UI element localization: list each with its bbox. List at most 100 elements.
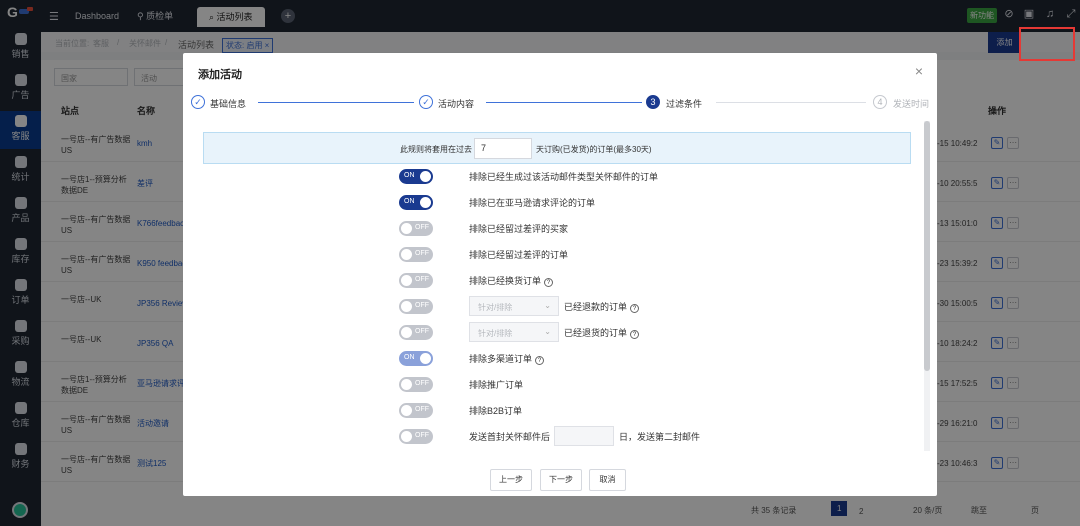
filter-option-text: 排除多渠道订单? bbox=[469, 352, 545, 365]
filter-option-row: OFF 排除B2B订单 bbox=[203, 399, 911, 425]
step-1-check-icon: ✓ bbox=[191, 95, 205, 109]
filter-option-label: 发送首封关怀邮件后 bbox=[469, 432, 551, 442]
switch-state-text: ON bbox=[404, 354, 415, 361]
second-mail-suffix: 日，发送第二封邮件 bbox=[619, 432, 701, 442]
filter-option-label: 已经退款的订单 bbox=[564, 302, 628, 312]
filter-option-row: OFF 排除已经换货订单? bbox=[203, 269, 911, 295]
rule-info-box: 此规则将套用在过去 7 天订购(已发货)的订单(最多30天) bbox=[203, 132, 911, 164]
past-days-input[interactable]: 7 bbox=[474, 138, 532, 159]
second-mail-days-input[interactable] bbox=[554, 426, 614, 446]
switch-state-text: OFF bbox=[415, 380, 429, 387]
filter-option-label: 排除已经留过差评的订单 bbox=[469, 250, 569, 260]
filter-option-row: ON 排除已在亚马逊请求评论的订单 bbox=[203, 191, 911, 217]
switch-state-text: OFF bbox=[415, 406, 429, 413]
select-placeholder: 针对/排除 bbox=[478, 303, 513, 312]
chevron-down-icon: ⌄ bbox=[544, 301, 551, 310]
filter-option-row: OFF 排除已经留过差评的买家 bbox=[203, 217, 911, 243]
switch-state-text: ON bbox=[404, 172, 415, 179]
filter-option-label: 排除B2B订单 bbox=[469, 406, 523, 416]
filter-option-row: OFF 排除推广订单 bbox=[203, 373, 911, 399]
filter-option-text: 排除已经留过差评的订单 bbox=[469, 248, 568, 261]
filter-option-row: OFF 针对/排除 ⌄ 已经退款的订单? bbox=[203, 295, 911, 321]
help-icon[interactable]: ? bbox=[630, 330, 640, 339]
switch-knob bbox=[401, 379, 412, 390]
filter-option-label: 排除已经留过差评的买家 bbox=[469, 224, 569, 234]
step-4-label: 发送时间 bbox=[893, 99, 930, 109]
filter-toggle-switch[interactable]: OFF bbox=[399, 299, 433, 314]
step-3-current: 3 bbox=[646, 95, 660, 109]
filter-option-text: 排除已经换货订单? bbox=[469, 274, 554, 287]
switch-state-text: OFF bbox=[415, 276, 429, 283]
switch-knob bbox=[401, 405, 412, 416]
filter-option-row: OFF 排除已经留过差评的订单 bbox=[203, 243, 911, 269]
target-exclude-select[interactable]: 针对/排除 ⌄ bbox=[469, 296, 559, 316]
switch-state-text: OFF bbox=[415, 302, 429, 309]
rule-info-suffix: 天订购(已发货)的订单(最多30天) bbox=[536, 145, 652, 154]
step-2-label: 活动内容 bbox=[438, 99, 475, 109]
switch-knob bbox=[401, 431, 412, 442]
next-step-button[interactable]: 下一步 bbox=[540, 469, 582, 491]
dialog-scrollbar[interactable] bbox=[924, 121, 930, 451]
filter-toggle-switch[interactable]: ON bbox=[399, 351, 433, 366]
switch-knob bbox=[401, 327, 412, 338]
filter-option-text: 排除已经生成过该活动邮件类型关怀邮件的订单 bbox=[469, 170, 658, 183]
filter-toggle-switch[interactable]: OFF bbox=[399, 377, 433, 392]
filter-toggle-switch[interactable]: ON bbox=[399, 195, 433, 210]
switch-knob bbox=[401, 223, 412, 234]
switch-knob bbox=[401, 275, 412, 286]
cancel-button[interactable]: 取消 bbox=[589, 469, 626, 491]
prev-step-button[interactable]: 上一步 bbox=[490, 469, 532, 491]
filter-option-label: 已经退货的订单 bbox=[564, 328, 628, 338]
filter-option-text: 排除已经留过差评的买家 bbox=[469, 222, 568, 235]
filter-toggle-switch[interactable]: ON bbox=[399, 169, 433, 184]
step-connector bbox=[486, 102, 642, 103]
step-4-future: 4 bbox=[873, 95, 887, 109]
switch-state-text: OFF bbox=[415, 432, 429, 439]
filter-option-label: 排除已经换货订单 bbox=[469, 276, 542, 286]
filter-option-row: ON 排除多渠道订单? bbox=[203, 347, 911, 373]
filter-toggle-switch[interactable]: OFF bbox=[399, 221, 433, 236]
step-connector bbox=[258, 102, 414, 103]
step-2-check-icon: ✓ bbox=[419, 95, 433, 109]
switch-state-text: OFF bbox=[415, 328, 429, 335]
switch-knob bbox=[401, 301, 412, 312]
filter-option-text: 排除推广订单 bbox=[469, 378, 523, 391]
filter-option-row: OFF 针对/排除 ⌄ 已经退货的订单? bbox=[203, 321, 911, 347]
help-icon[interactable]: ? bbox=[544, 278, 554, 287]
filter-toggle-switch[interactable]: OFF bbox=[399, 273, 433, 288]
filter-option-text: 排除已在亚马逊请求评论的订单 bbox=[469, 196, 595, 209]
chevron-down-icon: ⌄ bbox=[544, 327, 551, 336]
step-connector bbox=[716, 102, 866, 103]
filter-toggle-switch[interactable]: OFF bbox=[399, 325, 433, 340]
switch-knob bbox=[420, 197, 431, 208]
target-exclude-select[interactable]: 针对/排除 ⌄ bbox=[469, 322, 559, 342]
filter-option-text: 已经退货的订单? bbox=[564, 326, 640, 339]
scrollbar-thumb[interactable] bbox=[924, 121, 930, 371]
filter-toggle-switch[interactable]: OFF bbox=[399, 429, 433, 444]
filter-option-label: 排除已在亚马逊请求评论的订单 bbox=[469, 198, 596, 208]
filter-conditions-panel: 此规则将套用在过去 7 天订购(已发货)的订单(最多30天) ON 排除已经生成过… bbox=[203, 132, 911, 452]
help-icon[interactable]: ? bbox=[630, 304, 640, 313]
switch-knob bbox=[401, 249, 412, 260]
switch-knob bbox=[420, 353, 431, 364]
select-placeholder: 针对/排除 bbox=[478, 329, 513, 338]
filter-option-row: ON 排除已经生成过该活动邮件类型关怀邮件的订单 bbox=[203, 165, 911, 191]
filter-option-label: 排除多渠道订单 bbox=[469, 354, 533, 364]
step-3-label: 过滤条件 bbox=[666, 99, 703, 109]
filter-option-text: 发送首封关怀邮件后 bbox=[469, 430, 550, 443]
filter-toggle-switch[interactable]: OFF bbox=[399, 247, 433, 262]
highlight-frame bbox=[1019, 27, 1075, 61]
filter-toggle-switch[interactable]: OFF bbox=[399, 403, 433, 418]
help-icon[interactable]: ? bbox=[535, 356, 545, 365]
step-indicator: ✓ 基础信息 ✓ 活动内容 3 过滤条件 4 发送时间 bbox=[183, 95, 937, 115]
dialog-title: 添加活动 bbox=[198, 69, 242, 81]
step-1-label: 基础信息 bbox=[210, 99, 247, 109]
add-activity-dialog: 添加活动 × ✓ 基础信息 ✓ 活动内容 3 过滤条件 4 发送时间 此规则将套… bbox=[183, 53, 937, 496]
filter-option-label: 排除已经生成过该活动邮件类型关怀邮件的订单 bbox=[469, 172, 659, 182]
filter-option-text: 已经退款的订单? bbox=[564, 300, 640, 313]
switch-knob bbox=[420, 171, 431, 182]
filter-option-row: OFF 发送首封关怀邮件后 日，发送第二封邮件 bbox=[203, 425, 911, 451]
switch-state-text: ON bbox=[404, 198, 415, 205]
filter-option-text: 排除B2B订单 bbox=[469, 404, 522, 417]
close-icon[interactable]: × bbox=[915, 63, 923, 79]
